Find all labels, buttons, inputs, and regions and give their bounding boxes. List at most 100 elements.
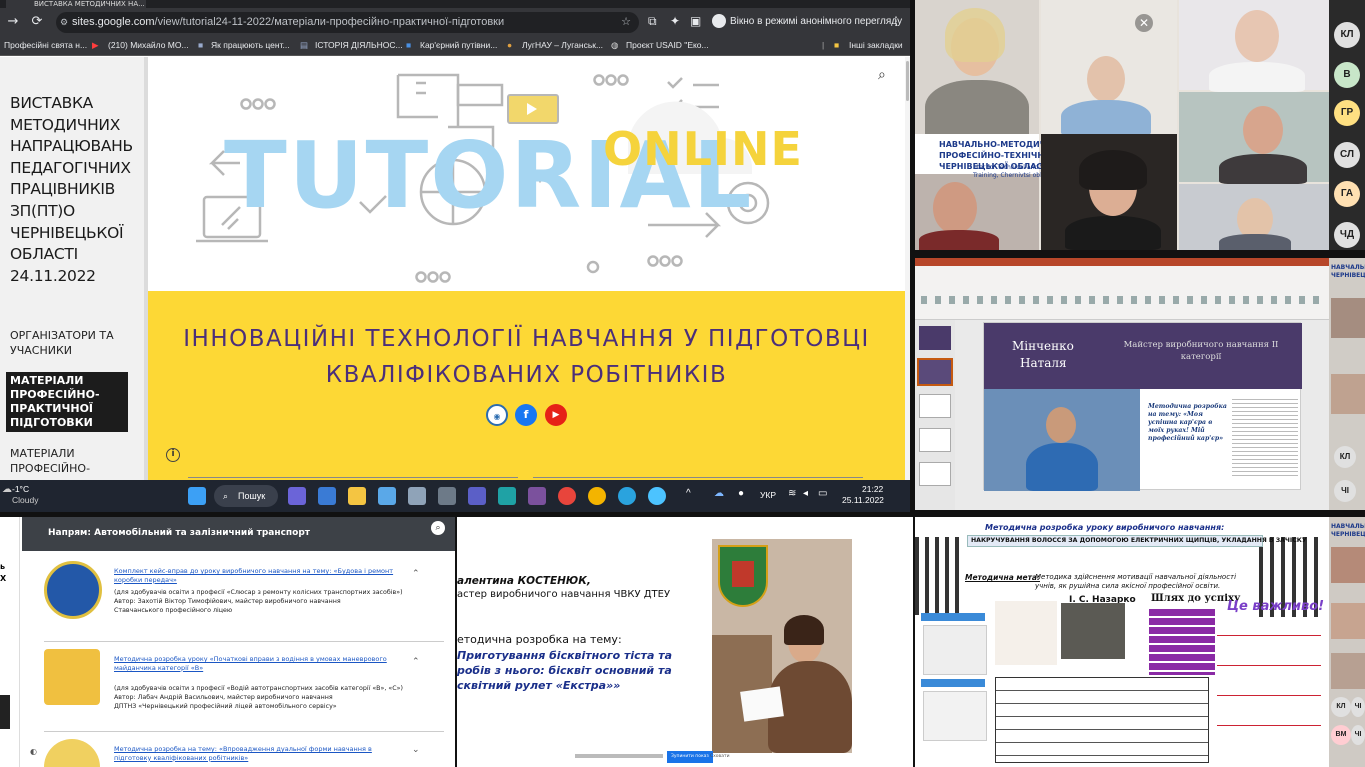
teams-icon[interactable] xyxy=(468,487,486,505)
bookmark-star-icon[interactable]: ☆ xyxy=(621,12,631,33)
nav-materials-practical[interactable]: МАТЕРІАЛИ ПРОФЕСІЙНО-ПРАКТИЧНОЇ ПІДГОТОВ… xyxy=(6,372,128,432)
bookmark-0[interactable]: Професійні свята н... xyxy=(4,36,87,55)
address-bar[interactable]: ⚙ sites.google.com/view/tutorial24-11-20… xyxy=(56,12,639,33)
bookmark-3[interactable]: ІСТОРІЯ ДІЯЛЬНОС... xyxy=(315,36,403,55)
hexagon-icon[interactable] xyxy=(438,487,456,505)
bookmark-2[interactable]: Як працюють цент... xyxy=(211,36,290,55)
left-gap: ь Х xyxy=(0,517,20,767)
video-cell[interactable]: ✕ xyxy=(1041,0,1177,136)
chevron-up-icon[interactable]: ⌃ xyxy=(412,569,420,579)
participant-avatar[interactable]: ГА xyxy=(1334,181,1360,207)
participant-video[interactable] xyxy=(1331,298,1365,338)
incognito-badge[interactable]: Вікно в режимі анонімного перегляду xyxy=(712,13,902,31)
participant-video[interactable] xyxy=(1331,374,1365,414)
participant-video[interactable] xyxy=(1331,547,1365,583)
clock-time[interactable]: 21:22 xyxy=(862,484,883,494)
participant-avatar[interactable]: ЧІ xyxy=(1351,725,1365,745)
calendar-icon[interactable] xyxy=(318,487,336,505)
strip-header: НАВЧАЛЬНО... ЧЕРНІВЕЦЬКО... xyxy=(1331,523,1365,538)
start-icon[interactable] xyxy=(188,487,206,505)
bookmark-5[interactable]: ЛугНАУ – Луганськ... xyxy=(522,36,603,55)
slide-thumbnail[interactable] xyxy=(917,358,953,386)
participant-avatar[interactable]: В xyxy=(1334,62,1360,88)
wifi-icon[interactable]: ≋ xyxy=(788,488,796,499)
youtube-icon[interactable]: ▶ xyxy=(545,404,567,426)
browser-tab[interactable]: ВИСТАВКА МЕТОДИЧНИХ НА... xyxy=(6,0,146,8)
chrome-icon[interactable] xyxy=(588,487,606,505)
meet-icon[interactable] xyxy=(288,487,306,505)
battery-icon[interactable]: ▭ xyxy=(818,488,827,499)
participant-avatar[interactable]: КЛ xyxy=(1331,697,1351,717)
store-icon[interactable] xyxy=(378,487,396,505)
puzzle-icon[interactable]: ✦ xyxy=(670,14,680,28)
participant-video[interactable] xyxy=(1331,653,1365,689)
language-indicator[interactable]: УКР xyxy=(760,490,776,500)
item-link[interactable]: Методична розробка уроку «Початкові впра… xyxy=(114,655,404,672)
slide-thumbnail[interactable] xyxy=(919,462,951,486)
edge-icon[interactable] xyxy=(498,487,516,505)
chrome-icon[interactable] xyxy=(558,487,576,505)
chevron-down-icon[interactable]: ⌄ xyxy=(412,745,420,755)
hide-button[interactable]: Сховати xyxy=(707,751,733,763)
bookmarks-bar: Професійні свята н... ▶ (210) Михайло МО… xyxy=(0,36,910,56)
viber-icon[interactable] xyxy=(528,487,546,505)
participant-video[interactable] xyxy=(1331,603,1365,639)
participant-avatar[interactable]: ЧІ xyxy=(1351,697,1365,717)
video-cell[interactable] xyxy=(1179,92,1329,184)
slide-thumbnail[interactable] xyxy=(919,428,951,452)
participant-avatar[interactable]: КЛ xyxy=(1334,446,1356,468)
clock-date[interactable]: 25.11.2022 xyxy=(842,495,884,505)
info-icon[interactable]: ◐ xyxy=(30,747,37,756)
chevron-up-icon[interactable]: ⌃ xyxy=(412,657,420,667)
search-icon[interactable]: ⌕ xyxy=(431,521,445,535)
item-link[interactable]: Комплект кейс-вправ до уроку виробничого… xyxy=(114,567,404,584)
file-explorer-icon[interactable] xyxy=(348,487,366,505)
video-cell[interactable]: nter for Technical and Voca Training, Ch… xyxy=(915,164,1054,250)
video-cell[interactable] xyxy=(1041,134,1177,250)
sidepanel-icon[interactable]: ▣ xyxy=(690,14,701,28)
social-logo-icon[interactable]: ◉ xyxy=(486,404,508,426)
close-icon[interactable]: ✕ xyxy=(1135,14,1153,32)
reload-icon[interactable]: ⟳ xyxy=(26,14,48,29)
volume-icon[interactable]: ◂ xyxy=(803,488,808,499)
bookmark-4[interactable]: Кар'єрний путівни... xyxy=(420,36,497,55)
copilot-icon[interactable] xyxy=(648,487,666,505)
taskbar-search[interactable]: ⌕ Пошук xyxy=(214,485,278,507)
participant-avatar[interactable]: КЛ xyxy=(1334,22,1360,48)
search-icon[interactable]: ⌕ xyxy=(878,67,886,83)
scrollbar-thumb[interactable] xyxy=(906,61,909,101)
video-cell[interactable] xyxy=(1179,0,1329,92)
slide-thumbnail[interactable] xyxy=(919,394,951,418)
cube-icon[interactable] xyxy=(408,487,426,505)
menu-icon[interactable]: ⋮ xyxy=(890,14,902,28)
video-cell[interactable] xyxy=(1179,184,1329,250)
nav-organizers[interactable]: ОРГАНІЗАТОРИ ТА УЧАСНИКИ xyxy=(10,329,130,358)
bookmark-6[interactable]: Проєкт USAID "Еко... xyxy=(626,36,709,55)
slide-thumbnail[interactable] xyxy=(919,326,951,350)
participant-avatar[interactable]: СЛ xyxy=(1334,142,1360,168)
mic-icon[interactable]: ● xyxy=(738,488,744,499)
page-scrollbar[interactable] xyxy=(905,57,910,480)
info-icon[interactable]: i xyxy=(166,448,180,462)
telegram-icon[interactable] xyxy=(618,487,636,505)
bookmark-other[interactable]: Інші закладки xyxy=(849,36,903,55)
participant-avatar[interactable]: ГР xyxy=(1334,100,1360,126)
chevron-up-icon[interactable]: ^ xyxy=(686,488,691,499)
ribbon-buttons[interactable] xyxy=(921,296,1321,304)
participant-avatar[interactable]: ЧД xyxy=(1334,222,1360,248)
cloud-icon[interactable]: ☁ xyxy=(714,488,724,499)
facebook-icon[interactable]: f xyxy=(515,404,537,426)
google-site-page: ВИСТАВКА МЕТОДИЧНИХ НАПРАЦЮВАНЬ ПЕДАГОГІ… xyxy=(0,57,910,480)
participant-avatar[interactable]: ЧІ xyxy=(1334,480,1356,502)
forward-icon[interactable]: → xyxy=(2,14,24,29)
nav-materials-theory[interactable]: МАТЕРІАЛИ ПРОФЕСІЙНО- xyxy=(10,447,110,476)
item-link[interactable]: Методична розробка на тему: «Впровадженн… xyxy=(114,745,404,762)
extension-icon[interactable]: ⧉ xyxy=(648,14,657,29)
participant-avatar[interactable]: ВМ xyxy=(1331,725,1351,745)
important-label: Це важливо! xyxy=(1227,599,1325,614)
video-cell[interactable] xyxy=(915,0,1039,140)
bookmark-1[interactable]: (210) Михайло МО... xyxy=(108,36,189,55)
site-info-icon[interactable]: ⚙ xyxy=(60,12,68,33)
stop-sharing-button[interactable]: Зупинити показ xyxy=(667,751,713,763)
tool-photo xyxy=(923,625,987,675)
